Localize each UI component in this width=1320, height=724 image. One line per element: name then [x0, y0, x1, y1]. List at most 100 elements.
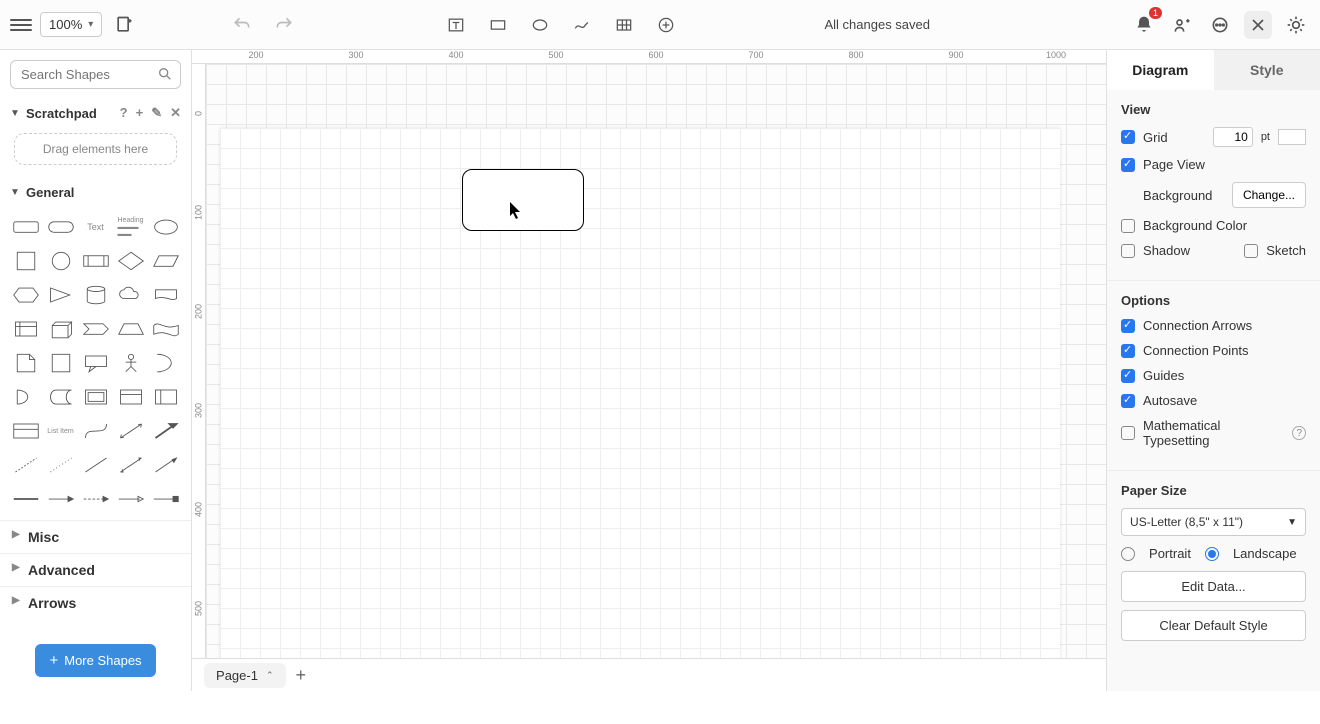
- menu-icon[interactable]: [10, 14, 32, 36]
- shape-card[interactable]: [45, 348, 76, 378]
- rect-tool-icon[interactable]: [484, 11, 512, 39]
- shape-cloud[interactable]: [115, 280, 146, 310]
- shape-cube[interactable]: [45, 314, 76, 344]
- shape-hcontainer[interactable]: [115, 382, 146, 412]
- share-icon[interactable]: [1168, 11, 1196, 39]
- shape-square[interactable]: [10, 246, 41, 276]
- paper-size-select[interactable]: US-Letter (8,5" x 11")▼: [1121, 508, 1306, 536]
- canvas-shape-rect[interactable]: [462, 169, 584, 231]
- shape-step[interactable]: [80, 314, 111, 344]
- shape-list[interactable]: [10, 416, 41, 446]
- shape-or[interactable]: [150, 348, 181, 378]
- shape-data-storage[interactable]: [45, 382, 76, 412]
- shape-link-thin-arrow[interactable]: [45, 484, 76, 514]
- shape-process[interactable]: [80, 246, 111, 276]
- redo-icon[interactable]: [270, 11, 298, 39]
- shape-circle[interactable]: [45, 246, 76, 276]
- shape-arrow[interactable]: [150, 416, 181, 446]
- shape-actor[interactable]: [115, 348, 146, 378]
- shape-pill[interactable]: [45, 212, 76, 242]
- tab-diagram[interactable]: Diagram: [1107, 50, 1213, 90]
- edit-icon[interactable]: ✎: [151, 105, 162, 121]
- page[interactable]: [220, 128, 1060, 658]
- zoom-select[interactable]: 100%: [40, 12, 102, 37]
- freehand-tool-icon[interactable]: [568, 11, 596, 39]
- help-icon[interactable]: ?: [1292, 426, 1306, 440]
- arrows-header[interactable]: ▶Arrows: [0, 586, 191, 619]
- shape-link-solid[interactable]: [10, 484, 41, 514]
- shape-line[interactable]: [80, 450, 111, 480]
- add-icon[interactable]: +: [136, 105, 144, 121]
- page-tab[interactable]: Page-1⌃: [204, 663, 285, 688]
- grid-size-input[interactable]: [1213, 127, 1253, 147]
- shape-and[interactable]: [10, 382, 41, 412]
- edit-data-button[interactable]: Edit Data...: [1121, 571, 1306, 602]
- shape-dot-line[interactable]: [45, 450, 76, 480]
- search-input[interactable]: [10, 60, 181, 89]
- shape-diamond[interactable]: [115, 246, 146, 276]
- shape-callout[interactable]: [80, 348, 111, 378]
- shape-link-dash-arrow[interactable]: [80, 484, 111, 514]
- shape-rounded-rect[interactable]: [10, 212, 41, 242]
- comment-icon[interactable]: [1206, 11, 1234, 39]
- math-checkbox[interactable]: [1121, 426, 1135, 440]
- help-icon[interactable]: ?: [120, 105, 128, 121]
- shape-bidir-arrow[interactable]: [115, 416, 146, 446]
- scratchpad-dropzone[interactable]: Drag elements here: [14, 133, 177, 165]
- shape-dir-line[interactable]: [150, 450, 181, 480]
- shape-hexagon[interactable]: [10, 280, 41, 310]
- bgcolor-checkbox[interactable]: [1121, 219, 1135, 233]
- shape-ellipse[interactable]: [150, 212, 181, 242]
- theme-icon[interactable]: [1282, 11, 1310, 39]
- landscape-radio[interactable]: [1205, 547, 1219, 561]
- notifications-icon[interactable]: [1130, 11, 1158, 39]
- canvas[interactable]: [206, 64, 1106, 658]
- clear-style-button[interactable]: Clear Default Style: [1121, 610, 1306, 641]
- shape-list-item[interactable]: List Item: [45, 416, 76, 446]
- conn-points-checkbox[interactable]: [1121, 344, 1135, 358]
- close-icon[interactable]: ✕: [170, 105, 181, 121]
- shape-document[interactable]: [150, 280, 181, 310]
- shape-heading[interactable]: Heading▬▬▬▬▬: [115, 212, 146, 242]
- undo-icon[interactable]: [228, 11, 256, 39]
- text-tool-icon[interactable]: [442, 11, 470, 39]
- shape-tape[interactable]: [150, 314, 181, 344]
- design-icon[interactable]: [1244, 11, 1272, 39]
- add-page-icon[interactable]: +: [296, 665, 307, 686]
- sketch-checkbox[interactable]: [1244, 244, 1258, 258]
- shape-cylinder[interactable]: [80, 280, 111, 310]
- shape-text[interactable]: Text: [80, 212, 111, 242]
- pageview-checkbox[interactable]: [1121, 158, 1135, 172]
- general-header[interactable]: ▼ General: [0, 179, 191, 206]
- shadow-checkbox[interactable]: [1121, 244, 1135, 258]
- plus-icon: +: [49, 652, 58, 669]
- new-page-icon[interactable]: [110, 11, 138, 39]
- conn-arrows-checkbox[interactable]: [1121, 319, 1135, 333]
- shape-bidir-line[interactable]: [115, 450, 146, 480]
- shape-trapezoid[interactable]: [115, 314, 146, 344]
- table-tool-icon[interactable]: [610, 11, 638, 39]
- advanced-header[interactable]: ▶Advanced: [0, 553, 191, 586]
- shape-container[interactable]: [80, 382, 111, 412]
- shape-curve[interactable]: [80, 416, 111, 446]
- grid-color-swatch[interactable]: [1278, 129, 1306, 145]
- background-change-button[interactable]: Change...: [1232, 182, 1306, 208]
- autosave-checkbox[interactable]: [1121, 394, 1135, 408]
- portrait-radio[interactable]: [1121, 547, 1135, 561]
- shape-link-open[interactable]: [115, 484, 146, 514]
- shape-internal-storage[interactable]: [10, 314, 41, 344]
- shape-dash-line[interactable]: [10, 450, 41, 480]
- add-tool-icon[interactable]: [652, 11, 680, 39]
- ellipse-tool-icon[interactable]: [526, 11, 554, 39]
- guides-checkbox[interactable]: [1121, 369, 1135, 383]
- shape-parallelogram[interactable]: [150, 246, 181, 276]
- scratchpad-header[interactable]: ▼ Scratchpad ? + ✎ ✕: [0, 99, 191, 127]
- shape-vcontainer[interactable]: [150, 382, 181, 412]
- more-shapes-button[interactable]: +More Shapes: [35, 644, 155, 677]
- misc-header[interactable]: ▶Misc: [0, 520, 191, 553]
- shape-link-block[interactable]: [150, 484, 181, 514]
- grid-checkbox[interactable]: [1121, 130, 1135, 144]
- shape-note[interactable]: [10, 348, 41, 378]
- shape-triangle[interactable]: [45, 280, 76, 310]
- tab-style[interactable]: Style: [1214, 50, 1320, 90]
